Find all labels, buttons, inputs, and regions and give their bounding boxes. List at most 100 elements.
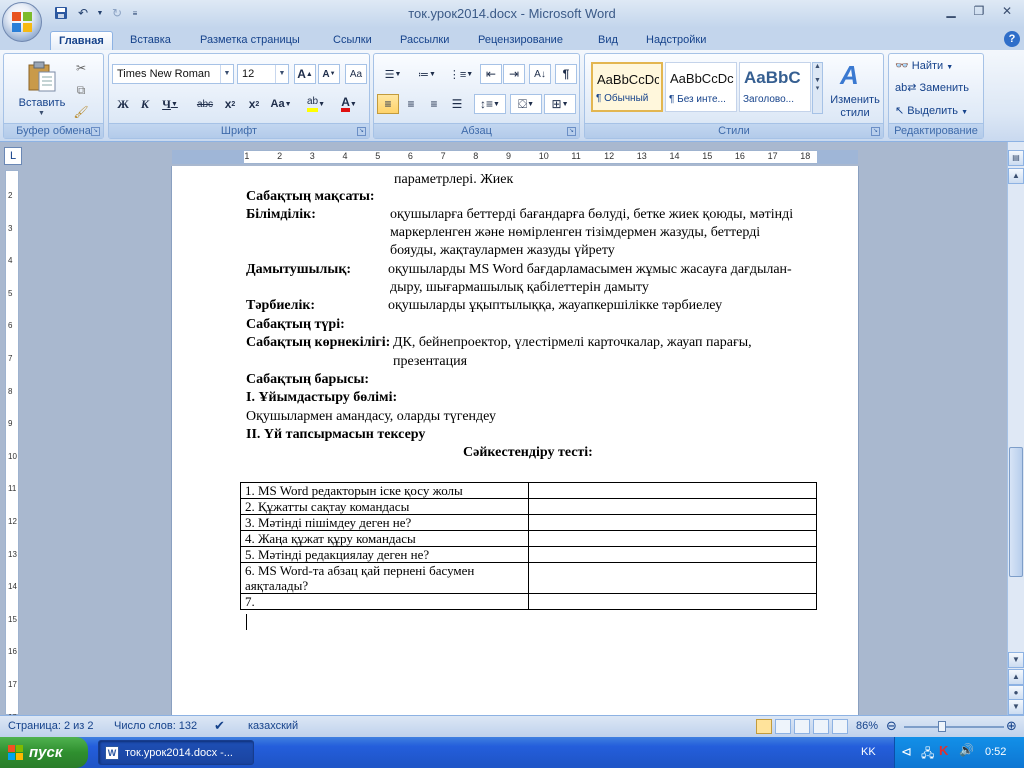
- font-color-button[interactable]: A ▼: [333, 94, 365, 114]
- scroll-down-button[interactable]: ▼: [1008, 652, 1024, 668]
- tab-references[interactable]: Ссылки: [325, 31, 380, 50]
- vertical-ruler[interactable]: 2345678910111213141516171819: [5, 170, 19, 754]
- language-bar[interactable]: KK: [861, 746, 876, 758]
- align-center-icon[interactable]: ≡: [400, 94, 422, 114]
- format-painter-icon[interactable]: 🖌: [70, 102, 92, 122]
- scroll-up-button[interactable]: ▲: [1008, 168, 1024, 184]
- tab-addins[interactable]: Надстройки: [638, 31, 714, 50]
- table-cell-question[interactable]: 2. Құжатты сақтау командасы: [240, 498, 529, 515]
- zoom-level[interactable]: 86%: [856, 720, 878, 732]
- numbering-icon[interactable]: ≔ ▼: [411, 64, 443, 84]
- language-indicator[interactable]: казахский: [248, 720, 298, 732]
- table-cell-question[interactable]: 1. MS Word редакторын іске қосу жолы: [240, 482, 529, 499]
- multilevel-list-icon[interactable]: ⋮≡ ▼: [445, 64, 477, 84]
- dialog-launcher-icon[interactable]: ↘: [871, 127, 880, 136]
- dialog-launcher-icon[interactable]: ↘: [357, 127, 366, 136]
- bold-button[interactable]: Ж: [113, 94, 133, 114]
- clear-formatting-icon[interactable]: Aа: [345, 64, 367, 84]
- antivirus-icon[interactable]: K: [939, 743, 948, 758]
- align-right-icon[interactable]: ≡: [423, 94, 445, 114]
- zoom-out-icon[interactable]: ⊖: [886, 718, 897, 734]
- tab-mailings[interactable]: Рассылки: [392, 31, 457, 50]
- increase-indent-icon[interactable]: ⇥: [503, 64, 525, 84]
- vertical-scrollbar[interactable]: ▤ ▲ ▼ ▲ ● ▼: [1007, 142, 1024, 715]
- page-indicator[interactable]: Страница: 2 из 2: [8, 720, 94, 732]
- table-cell-answer[interactable]: [528, 514, 817, 531]
- volume-icon[interactable]: 🔊: [959, 743, 974, 757]
- close-button[interactable]: ✕: [994, 2, 1020, 20]
- table-cell-question[interactable]: 7.: [240, 593, 529, 610]
- paste-button[interactable]: Вставить ▼: [18, 60, 66, 120]
- full-screen-reading-icon[interactable]: [775, 719, 791, 734]
- scroll-thumb[interactable]: [1009, 447, 1023, 577]
- font-name-combo[interactable]: Times New Roman ▼: [112, 64, 234, 84]
- zoom-slider-thumb[interactable]: [938, 721, 946, 732]
- prev-page-button[interactable]: ▲: [1008, 669, 1024, 685]
- highlight-button[interactable]: ab ▼: [301, 94, 331, 114]
- shading-icon[interactable]: ⛋ ▼: [510, 94, 542, 114]
- zoom-slider[interactable]: [904, 726, 1004, 728]
- decrease-indent-icon[interactable]: ⇤: [480, 64, 502, 84]
- change-styles-button[interactable]: A Изменить стили: [828, 56, 882, 122]
- tab-page-layout[interactable]: Разметка страницы: [192, 31, 308, 50]
- table-cell-question[interactable]: 4. Жаңа құжат құру командасы: [240, 530, 529, 547]
- taskbar-word-item[interactable]: W ток.урок2014.docx -...: [98, 740, 254, 765]
- strikethrough-button[interactable]: abc: [193, 94, 217, 114]
- sort-icon[interactable]: A↓: [529, 64, 551, 84]
- help-icon[interactable]: ?: [1004, 31, 1020, 47]
- grow-font-button[interactable]: A ▲: [294, 64, 316, 84]
- style-normal[interactable]: AaBbCcDc ¶ Обычный: [591, 62, 663, 112]
- dialog-launcher-icon[interactable]: ↘: [91, 127, 100, 136]
- italic-button[interactable]: К: [135, 94, 155, 114]
- font-size-combo[interactable]: 12 ▼: [237, 64, 289, 84]
- change-case-button[interactable]: Aa ▼: [267, 94, 295, 114]
- line-spacing-icon[interactable]: ↕≡ ▼: [474, 94, 506, 114]
- tab-insert[interactable]: Вставка: [122, 31, 179, 50]
- zoom-in-icon[interactable]: ⊕: [1006, 718, 1017, 734]
- table-cell-question[interactable]: 3. Мәтінді пішімдеу деген не?: [240, 514, 529, 531]
- replace-button[interactable]: ab⇄ Заменить: [895, 81, 969, 94]
- styles-scroll[interactable]: ▲ ▼ ▾: [812, 62, 823, 114]
- word-count[interactable]: Число слов: 132: [114, 720, 197, 732]
- outline-icon[interactable]: [813, 719, 829, 734]
- table-cell-answer[interactable]: [528, 498, 817, 515]
- table-cell-answer[interactable]: [528, 482, 817, 499]
- horizontal-ruler[interactable]: 21123456789101112131415161718: [172, 150, 858, 164]
- restore-button[interactable]: ❐: [966, 2, 992, 20]
- table-cell-answer[interactable]: [528, 530, 817, 547]
- proofing-icon[interactable]: ✔: [214, 718, 225, 734]
- select-button[interactable]: ↖ Выделить ▼: [895, 104, 968, 117]
- tab-selector[interactable]: L: [4, 147, 22, 165]
- web-layout-icon[interactable]: [794, 719, 810, 734]
- underline-button[interactable]: Ч ▼: [157, 94, 183, 114]
- table-cell-answer[interactable]: [528, 546, 817, 563]
- ruler-view-icon[interactable]: ▤: [1008, 150, 1024, 166]
- align-left-icon[interactable]: ≡: [377, 94, 399, 114]
- borders-icon[interactable]: ⊞ ▼: [544, 94, 576, 114]
- shrink-font-button[interactable]: A ▼: [318, 64, 340, 84]
- copy-icon[interactable]: ⧉: [70, 80, 92, 100]
- table-cell-question[interactable]: 5. Мәтінді редакциялау деген не?: [240, 546, 529, 563]
- dialog-launcher-icon[interactable]: ↘: [567, 127, 576, 136]
- table-cell-answer[interactable]: [528, 593, 817, 610]
- tab-review[interactable]: Рецензирование: [470, 31, 571, 50]
- tab-home[interactable]: Главная: [50, 31, 113, 50]
- bullets-icon[interactable]: ☰ ▼: [377, 64, 409, 84]
- tray-arrow-icon[interactable]: ⊲: [901, 744, 912, 760]
- matching-test-table[interactable]: 1. MS Word редакторын іске қосу жолы 2. Қ…: [240, 482, 817, 610]
- start-button[interactable]: пуск: [0, 737, 88, 768]
- style-heading-1[interactable]: AaBbC Заголово...: [739, 62, 811, 112]
- find-button[interactable]: 👓 Найти ▼: [895, 59, 953, 72]
- print-layout-icon[interactable]: [756, 719, 772, 734]
- office-button[interactable]: [2, 2, 42, 42]
- show-formatting-icon[interactable]: ¶: [555, 64, 577, 84]
- next-page-button[interactable]: ▼: [1008, 699, 1024, 715]
- justify-icon[interactable]: ☰: [446, 94, 468, 114]
- network-icon[interactable]: 🖧: [921, 744, 934, 765]
- draft-icon[interactable]: [832, 719, 848, 734]
- superscript-button[interactable]: x2: [243, 94, 265, 114]
- table-cell-answer[interactable]: [528, 562, 817, 594]
- document-page[interactable]: параметрлері. Жиек Сабақтың мақсаты: Білім…: [171, 166, 859, 715]
- subscript-button[interactable]: x2: [219, 94, 241, 114]
- table-cell-question[interactable]: 6. MS Word-та абзац қай пернені басумен …: [240, 562, 529, 594]
